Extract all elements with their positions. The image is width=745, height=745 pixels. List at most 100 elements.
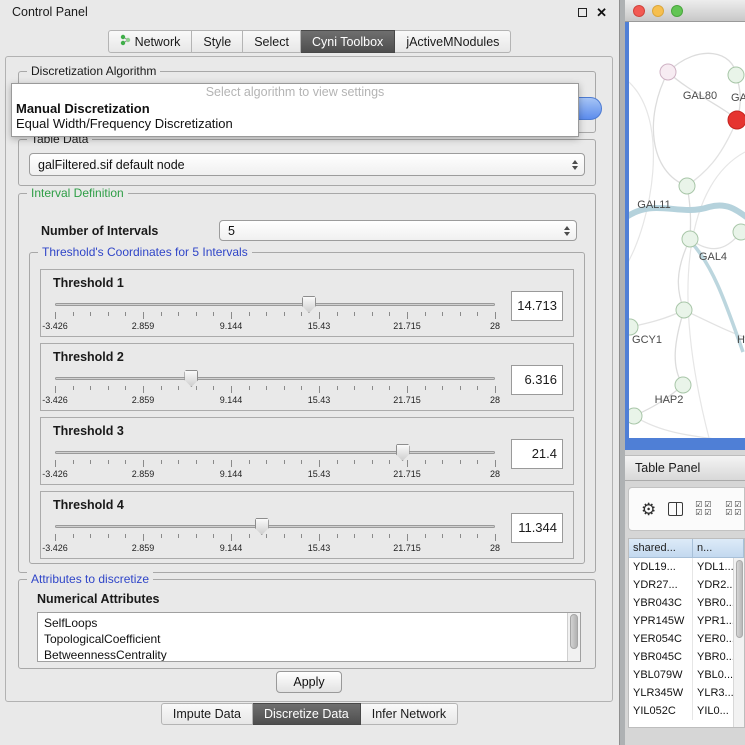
table-row[interactable]: YPR145WYPR1... (629, 612, 744, 630)
network-node[interactable] (676, 302, 692, 318)
table-column-header[interactable]: n... (693, 539, 744, 557)
threshold-value-field[interactable]: 21.4 (511, 439, 563, 469)
table-column-header[interactable]: shared... (629, 539, 693, 557)
network-node[interactable] (629, 408, 642, 424)
float-window-icon[interactable] (578, 8, 587, 17)
threshold-slider[interactable]: -3.4262.8599.14415.4321.71528 (55, 516, 495, 558)
table-row[interactable]: YDR27...YDR2... (629, 576, 744, 594)
zoom-traffic-light-icon[interactable] (671, 5, 683, 17)
slider-track (55, 377, 495, 380)
table-cell: YBR045C (629, 648, 693, 666)
slider-tick (90, 312, 91, 316)
table-row[interactable]: YLR345WYLR3... (629, 684, 744, 702)
apply-button[interactable]: Apply (276, 671, 342, 693)
columns-icon[interactable] (668, 502, 683, 516)
listbox-scrollbar[interactable] (567, 613, 580, 661)
table-cell: YIL052C (629, 702, 693, 720)
slider-tick (73, 534, 74, 538)
slider-tick (337, 534, 338, 538)
table-data-combo[interactable]: galFiltered.sif default node (29, 153, 585, 176)
gear-icon[interactable]: ⚙ (641, 501, 656, 518)
table-cell: YER054C (629, 630, 693, 648)
scale-label: 2.859 (132, 395, 155, 405)
tab-infer-network[interactable]: Infer Network (361, 703, 458, 725)
tab-jactivemnodules[interactable]: jActiveMNodules (395, 30, 511, 53)
slider-tick (143, 534, 144, 541)
slider-tick (213, 386, 214, 390)
slider-thumb[interactable] (255, 518, 269, 535)
slider-thumb[interactable] (184, 370, 198, 387)
slider-tick (425, 312, 426, 316)
table-cell: YDL19... (629, 558, 693, 576)
network-node[interactable] (629, 319, 638, 335)
slider-tick (389, 534, 390, 538)
network-node[interactable] (728, 67, 744, 83)
network-edge[interactable] (668, 53, 736, 75)
tab-impute-data[interactable]: Impute Data (161, 703, 253, 725)
tab-style[interactable]: Style (192, 30, 243, 53)
table-row[interactable]: YBL079WYBL0... (629, 666, 744, 684)
slider-tick (231, 312, 232, 319)
threshold-value-field[interactable]: 6.316 (511, 365, 563, 395)
attribute-list-item[interactable]: SelfLoops (44, 615, 566, 631)
network-edge[interactable] (634, 416, 724, 438)
attribute-list-item[interactable]: BetweennessCentrality (44, 647, 566, 662)
top-tab-bar: NetworkStyleSelectCyni ToolboxjActiveMNo… (0, 30, 619, 53)
tab-discretize-data[interactable]: Discretize Data (253, 703, 361, 725)
minimize-traffic-light-icon[interactable] (652, 5, 664, 17)
threshold-value-field[interactable]: 14.713 (511, 291, 563, 321)
dropdown-option-manual-discretization[interactable]: Manual Discretization (12, 101, 578, 116)
num-intervals-combo[interactable]: 5 (219, 220, 577, 241)
tab-network[interactable]: Network (108, 30, 193, 53)
scale-label: -3.426 (42, 543, 68, 553)
network-node[interactable] (682, 231, 698, 247)
network-node[interactable] (728, 111, 745, 129)
network-node[interactable] (675, 377, 691, 393)
slider-tick (90, 534, 91, 538)
slider-tick (407, 534, 408, 541)
scale-label: 9.144 (220, 395, 243, 405)
filter-columns-icon[interactable]: ☑☑ ☑☑ (725, 501, 743, 517)
dropdown-option-equal-width-frequency-discretization[interactable]: Equal Width/Frequency Discretization (12, 116, 578, 131)
table-scrollbar[interactable] (733, 558, 744, 727)
table-row[interactable]: YIL052CYIL0... (629, 702, 744, 720)
slider-tick (477, 312, 478, 316)
threshold-value-field[interactable]: 11.344 (511, 513, 563, 543)
network-edge[interactable] (687, 120, 737, 186)
tab-select[interactable]: Select (243, 30, 301, 53)
close-traffic-light-icon[interactable] (633, 5, 645, 17)
network-edge[interactable] (675, 310, 684, 385)
slider-track (55, 303, 495, 306)
node-label: GAL4 (699, 251, 727, 263)
slider-thumb[interactable] (396, 444, 410, 461)
threshold-slider[interactable]: -3.4262.8599.14415.4321.71528 (55, 442, 495, 484)
network-node[interactable] (660, 64, 676, 80)
network-edge[interactable] (688, 152, 745, 438)
dropdown-placeholder: Select algorithm to view settings (12, 84, 578, 101)
slider-tick (495, 460, 496, 467)
scale-label: -3.426 (42, 469, 68, 479)
attributes-group: Attributes to discretize Numerical Attri… (18, 579, 596, 669)
network-node[interactable] (733, 224, 745, 240)
network-edge[interactable] (629, 82, 653, 264)
table-row[interactable]: YDL19...YDL1... (629, 558, 744, 576)
threshold-slider[interactable]: -3.4262.8599.14415.4321.71528 (55, 368, 495, 410)
slider-thumb[interactable] (302, 296, 316, 313)
table-row[interactable]: YBR045CYBR0... (629, 648, 744, 666)
scale-label: 2.859 (132, 321, 155, 331)
slider-tick (284, 534, 285, 538)
slider-tick (407, 460, 408, 467)
interval-group-title: Interval Definition (27, 186, 128, 200)
tab-cyni-toolbox[interactable]: Cyni Toolbox (301, 30, 395, 53)
table-row[interactable]: YBR043CYBR0... (629, 594, 744, 612)
network-canvas[interactable]: GAL80GAGAL11GAL4GCY1HHAP2 (629, 22, 745, 438)
select-columns-icon[interactable]: ☑☑ ☑☑ (695, 501, 713, 517)
threshold-slider[interactable]: -3.4262.8599.14415.4321.71528 (55, 294, 495, 336)
close-icon[interactable]: ✕ (596, 6, 607, 19)
attribute-list-item[interactable]: TopologicalCoefficient (44, 631, 566, 647)
network-node[interactable] (679, 178, 695, 194)
node-label: GAL11 (637, 199, 670, 211)
table-row[interactable]: YER054CYER0... (629, 630, 744, 648)
slider-tick (73, 460, 74, 464)
scale-label: 15.43 (308, 395, 331, 405)
